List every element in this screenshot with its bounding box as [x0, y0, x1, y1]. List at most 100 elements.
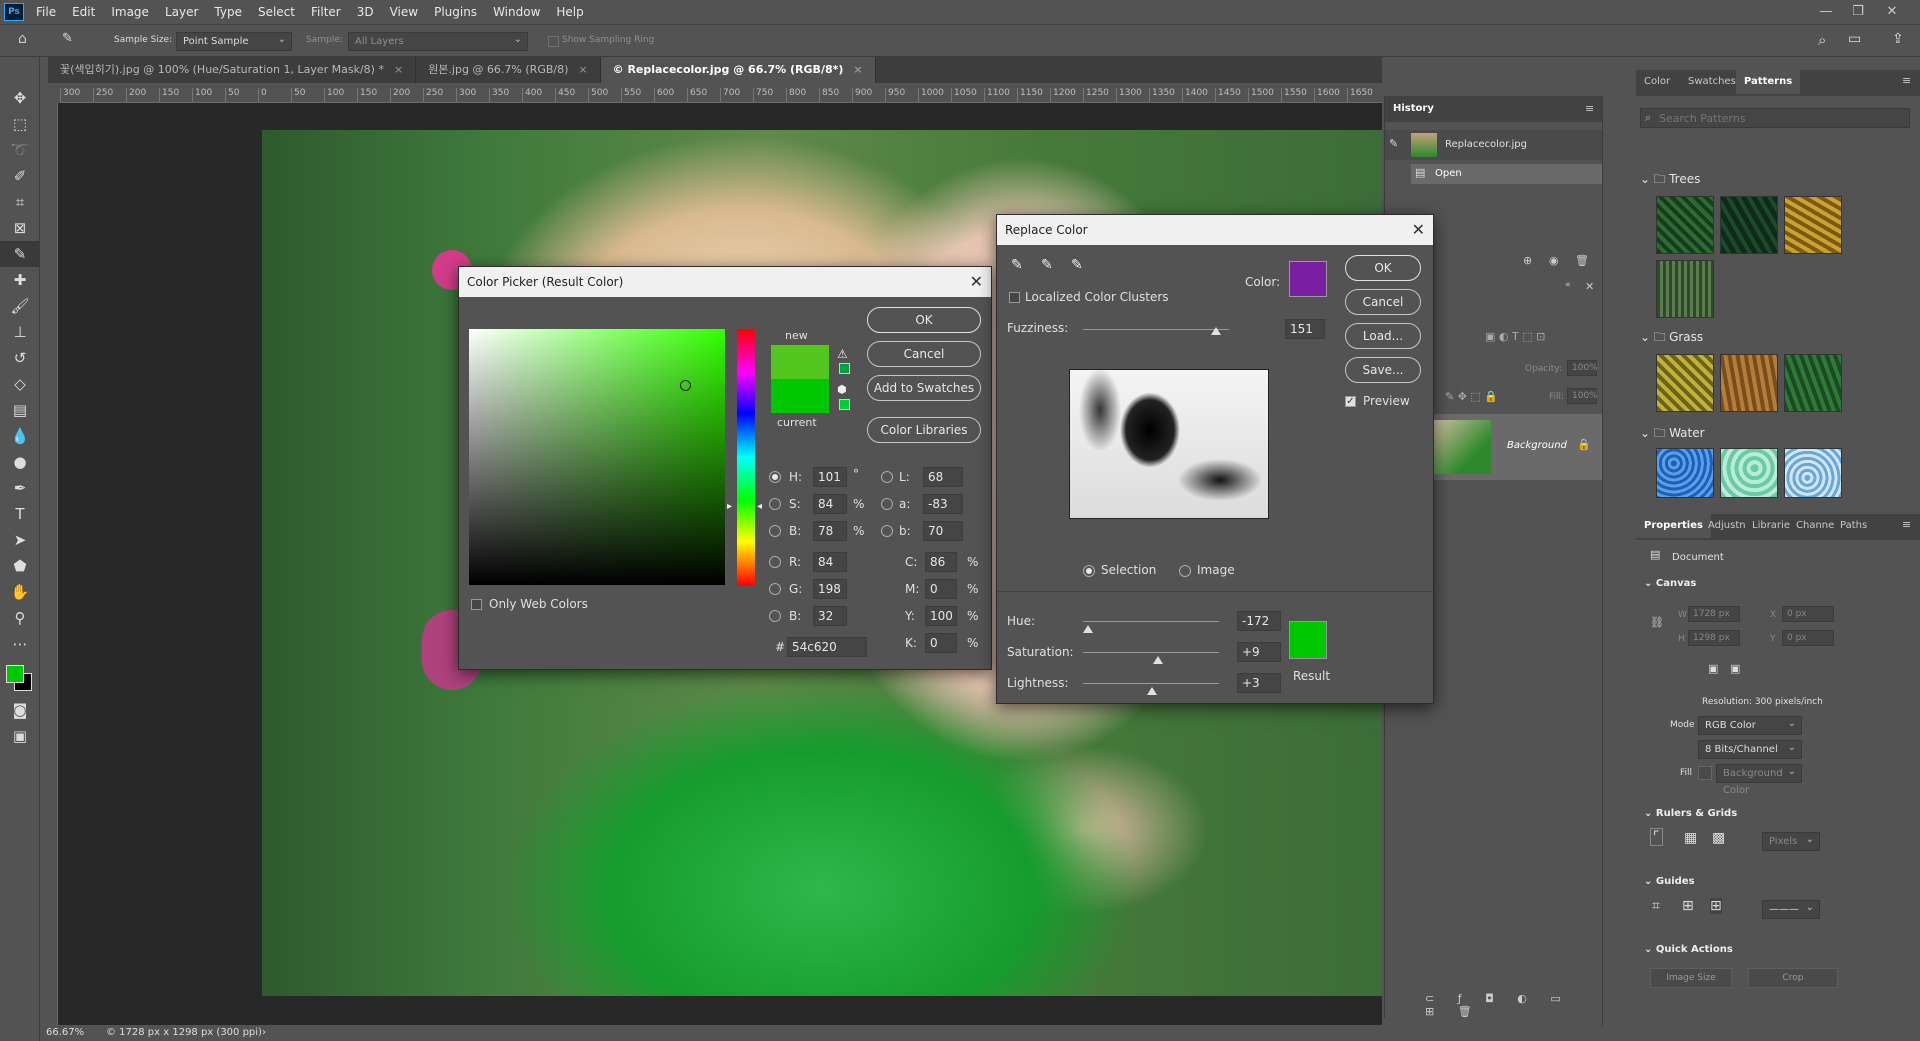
selection-preview-image[interactable] [1069, 369, 1269, 519]
eyedropper-icon[interactable]: ✎ [1011, 257, 1023, 273]
screen-mode-icon[interactable]: ▣ [0, 723, 40, 749]
fuzziness-slider-thumb[interactable] [1211, 327, 1221, 335]
guide-icon[interactable]: ⌗ [1652, 898, 1660, 914]
hue-slider[interactable] [1083, 621, 1219, 622]
tab-doc-1[interactable]: 꽃(색입히기).jpg @ 100% (Hue/Saturation 1, La… [48, 57, 417, 83]
history-brush-source-icon[interactable]: ✎ [1389, 137, 1398, 150]
load-button[interactable]: Load... [1345, 323, 1421, 349]
quick-mask-icon[interactable]: ◙ [0, 697, 40, 723]
menu-file[interactable]: File [28, 0, 64, 24]
guide-layer-icon[interactable]: ⊞ [1710, 898, 1722, 914]
eyedropper-icon[interactable]: ✎ [62, 31, 73, 46]
group-grass[interactable]: ⌄ 🗀 Grass [1640, 328, 1703, 349]
tab-patterns[interactable]: Patterns [1736, 70, 1801, 94]
hue-slider-thumb[interactable] [1083, 625, 1093, 633]
hue-slider-left-arrow-icon[interactable]: ▸ [727, 501, 732, 512]
width-field[interactable]: 1728 px [1688, 606, 1740, 622]
close-panel-icon[interactable]: ✕ [1585, 280, 1594, 293]
close-tab-icon[interactable]: × [853, 63, 862, 76]
collapse-icon[interactable]: « [1565, 280, 1571, 290]
current-color-swatch[interactable] [771, 379, 829, 413]
close-tab-icon[interactable]: × [394, 63, 403, 76]
ok-button[interactable]: OK [1345, 255, 1421, 281]
image-radio[interactable] [1179, 565, 1191, 577]
grid-icon[interactable]: ▦ [1684, 830, 1697, 846]
fuzziness-field[interactable]: 151 [1285, 319, 1325, 339]
menu-image[interactable]: Image [103, 0, 157, 24]
add-to-swatches-button[interactable]: Add to Swatches [867, 375, 981, 401]
result-color-swatch[interactable] [1289, 621, 1327, 659]
crop-button[interactable]: Crop [1748, 968, 1838, 988]
menu-view[interactable]: View [382, 0, 426, 24]
history-snapshot[interactable]: ✎ Replacecolor.jpg [1385, 130, 1603, 160]
pattern-swatch[interactable] [1656, 448, 1714, 498]
pattern-search-input[interactable] [1659, 110, 1899, 126]
pattern-swatch[interactable] [1784, 448, 1842, 498]
fuzziness-slider[interactable] [1083, 329, 1229, 330]
tab-adjustments[interactable]: Adjustn [1704, 514, 1750, 538]
layer-actions[interactable]: ⊂ ƒ ◘ ◐ ▭ ⊞ 🗑 [1425, 992, 1602, 1018]
save-button[interactable]: Save... [1345, 357, 1421, 383]
menu-filter[interactable]: Filter [303, 0, 349, 24]
healing-tool-icon[interactable]: ✚ [0, 267, 40, 293]
saturation-brightness-field[interactable] [469, 329, 725, 585]
panel-menu-icon[interactable]: ≡ [1585, 102, 1594, 115]
history-brush-icon[interactable]: ↺ [0, 345, 40, 371]
group-trees[interactable]: ⌄ 🗀 Trees [1640, 170, 1700, 191]
opacity-field[interactable]: 100% [1567, 360, 1598, 376]
saturation-slider[interactable] [1083, 652, 1219, 653]
panel-menu-icon[interactable]: ≡ [1902, 518, 1911, 531]
color-field-cursor[interactable] [680, 380, 691, 391]
zoom-level[interactable]: 66.67% [46, 1025, 84, 1041]
zoom-tool-icon[interactable]: ⚲ [0, 605, 40, 631]
pattern-swatch[interactable] [1784, 196, 1842, 254]
frame-tool-icon[interactable]: ⊠ [0, 215, 40, 241]
home-icon[interactable]: ⌂ [18, 31, 27, 47]
lab-b-radio[interactable] [881, 525, 893, 537]
quick-select-tool-icon[interactable]: ✐ [0, 163, 40, 189]
fill-field[interactable]: 100% [1567, 388, 1598, 404]
menu-type[interactable]: Type [206, 0, 250, 24]
r-field[interactable]: 84 [813, 552, 847, 572]
menu-help[interactable]: Help [548, 0, 591, 24]
lightness-slider[interactable] [1083, 683, 1219, 684]
k-field[interactable]: 0 [925, 633, 957, 653]
gradient-tool-icon[interactable]: ▤ [0, 397, 40, 423]
s-field[interactable]: 84 [813, 494, 847, 514]
tab-doc-2[interactable]: 원본.jpg @ 66.7% (RGB/8) × [416, 57, 601, 83]
guide-layout-icon[interactable]: ⊞ [1682, 898, 1694, 914]
pattern-swatch[interactable] [1656, 196, 1714, 254]
pattern-swatch[interactable] [1720, 448, 1778, 498]
doc-info[interactable]: © 1728 px x 1298 px (300 ppi) [106, 1025, 262, 1041]
rulers-section[interactable]: ⌄ Rulers & Grids [1644, 808, 1737, 819]
lightness-slider-thumb[interactable] [1147, 687, 1157, 695]
saturation-slider-thumb[interactable] [1153, 656, 1163, 664]
m-field[interactable]: 0 [925, 579, 957, 599]
tab-properties[interactable]: Properties [1636, 514, 1711, 538]
tab-doc-3[interactable]: © Replacecolor.jpg @ 66.7% (RGB/8*) × [600, 57, 876, 83]
group-water[interactable]: ⌄ 🗀 Water [1640, 424, 1705, 445]
portrait-icon[interactable]: ▣ [1708, 662, 1718, 675]
bits-select[interactable]: 8 Bits/Channel [1698, 739, 1802, 759]
hue-slider[interactable] [737, 329, 755, 585]
pattern-swatch[interactable] [1656, 354, 1714, 412]
menu-layer[interactable]: Layer [157, 0, 206, 24]
cancel-button[interactable]: Cancel [1345, 289, 1421, 315]
pattern-swatch[interactable] [1720, 354, 1778, 412]
g-field[interactable]: 198 [813, 579, 847, 599]
guides-section[interactable]: ⌄ Guides [1644, 876, 1695, 887]
sample-color-swatch[interactable] [1289, 261, 1327, 297]
g-radio[interactable] [769, 583, 781, 595]
close-tab-icon[interactable]: × [578, 63, 587, 76]
lock-icons[interactable]: ✎ ✥ ⬚ 🔒 [1445, 390, 1498, 403]
pattern-swatch[interactable] [1784, 354, 1842, 412]
b-field[interactable]: 78 [813, 521, 847, 541]
share-icon[interactable]: ⇪ [1892, 31, 1904, 47]
stamp-tool-icon[interactable]: ⊥ [0, 319, 40, 345]
sample-size-select[interactable]: Point Sample [176, 31, 292, 51]
r-radio[interactable] [769, 556, 781, 568]
menu-plugins[interactable]: Plugins [426, 0, 485, 24]
eraser-tool-icon[interactable]: ◇ [0, 371, 40, 397]
more-tools-icon[interactable]: ⋯ [0, 631, 40, 657]
blue-field[interactable]: 32 [813, 606, 847, 626]
